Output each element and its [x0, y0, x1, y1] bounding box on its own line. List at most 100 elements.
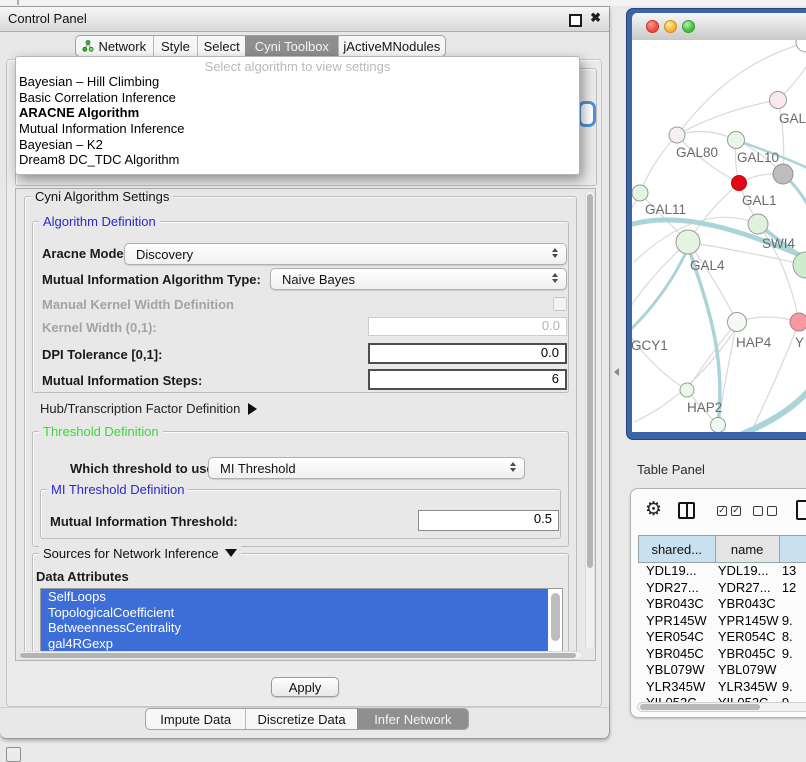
tab-discretize-data[interactable]: Discretize Data	[245, 709, 356, 729]
settings-vscroll-thumb[interactable]	[587, 194, 593, 568]
manual-kernel-checkbox[interactable]	[553, 297, 567, 311]
tab-select[interactable]: Select	[197, 36, 245, 56]
settings-hscroll-thumb[interactable]	[20, 653, 576, 658]
tab-jactivemnodules[interactable]: jActiveMNodules	[338, 36, 445, 56]
apply-button[interactable]: Apply	[271, 677, 339, 697]
settings-horizontal-scrollbar[interactable]	[18, 651, 583, 660]
tab-impute-data[interactable]: Impute Data	[146, 709, 245, 729]
mi-type-value: Naive Bayes	[271, 272, 355, 287]
network-edge[interactable]	[640, 135, 677, 193]
table-row[interactable]: YLR345WYLR345W9.	[638, 679, 806, 696]
network-view-window: GALGAL80GAL10GAL1GAL11SWI4GAL4HAP4YGCY1H…	[626, 8, 806, 440]
network-edge[interactable]	[632, 242, 688, 322]
network-node[interactable]	[773, 164, 793, 184]
network-node[interactable]	[790, 313, 806, 331]
column-header[interactable]: name	[716, 535, 780, 563]
algorithm-option[interactable]: Bayesian – K2	[16, 137, 579, 153]
network-node[interactable]	[796, 40, 806, 52]
network-node[interactable]	[676, 230, 700, 254]
tab-network[interactable]: Network	[76, 36, 153, 56]
bottom-corner-icon[interactable]	[6, 747, 21, 762]
table-row[interactable]: YDR27...YDR27...12	[638, 580, 806, 597]
gear-icon[interactable]: ⚙	[645, 498, 662, 520]
network-edge[interactable]	[677, 100, 778, 135]
network-edge[interactable]	[632, 248, 688, 334]
unselect-all-columns-icon[interactable]	[753, 506, 777, 516]
close-window-button[interactable]	[646, 20, 659, 33]
network-node[interactable]	[711, 418, 726, 433]
collapse-down-icon[interactable]	[225, 549, 237, 557]
table-toolbar: ⚙ ✓ ✓	[631, 489, 806, 535]
network-node[interactable]	[793, 252, 806, 278]
attribute-item[interactable]: TopologicalCoefficient	[41, 605, 548, 621]
algorithm-option[interactable]: ARACNE Algorithm	[16, 105, 579, 121]
network-edge[interactable]	[632, 193, 640, 334]
hub-definition-toggle[interactable]: Hub/Transcription Factor Definition	[40, 401, 257, 416]
checked-box-icon: ✓	[731, 506, 741, 516]
network-node[interactable]	[770, 92, 787, 109]
network-node[interactable]	[748, 214, 768, 234]
algorithm-option[interactable]: Bayesian – Hill Climbing	[16, 74, 579, 90]
algorithm-option[interactable]: Mutual Information Inference	[16, 121, 579, 137]
tab-style[interactable]: Style	[153, 36, 198, 56]
table-cell: YPR145W	[638, 613, 716, 630]
mi-steps-field[interactable]: 6	[368, 369, 567, 390]
mi-type-combo[interactable]: Naive Bayes	[270, 268, 567, 290]
table-row[interactable]: YER054CYER054C8.	[638, 629, 806, 646]
table-cell: YDR27...	[638, 580, 716, 597]
kernel-width-field[interactable]: 0.0	[368, 317, 567, 336]
table-cell: YDL19...	[638, 563, 716, 580]
table-hscroll-thumb[interactable]	[640, 704, 760, 710]
network-canvas[interactable]: GALGAL80GAL10GAL1GAL11SWI4GAL4HAP4YGCY1H…	[632, 40, 806, 432]
column-header[interactable]	[780, 535, 806, 563]
tab-label: Select	[204, 39, 240, 54]
unchecked-box-icon	[753, 506, 763, 516]
tab-infer-network[interactable]: Infer Network	[357, 709, 468, 729]
expand-right-icon[interactable]	[248, 403, 257, 415]
network-node[interactable]	[728, 132, 745, 149]
settings-vertical-scrollbar[interactable]	[585, 190, 595, 650]
new-table-icon[interactable]	[796, 500, 806, 520]
zoom-window-button[interactable]	[682, 20, 695, 33]
network-node[interactable]	[728, 313, 747, 332]
attribute-item[interactable]: SelfLoops	[41, 589, 548, 605]
panel-splitter-handle[interactable]	[614, 368, 619, 376]
minimize-window-button[interactable]	[664, 20, 677, 33]
table-row[interactable]: YPR145WYPR145W9.	[638, 613, 806, 630]
split-columns-icon[interactable]	[678, 502, 695, 519]
float-panel-icon[interactable]	[569, 14, 582, 27]
table-row[interactable]: YDL19...YDL19...13	[638, 563, 806, 580]
network-node[interactable]	[680, 383, 694, 397]
attribute-item[interactable]: gal4RGexp	[41, 636, 548, 652]
which-threshold-combo[interactable]: MI Threshold	[208, 457, 525, 479]
attribute-item[interactable]: BetweennessCentrality	[41, 620, 548, 636]
aracne-mode-value: Discovery	[125, 247, 193, 262]
attributes-scrollbar-thumb[interactable]	[551, 593, 560, 641]
aracne-mode-combo[interactable]: Discovery	[124, 243, 567, 265]
cyni-mode-tabbar: Impute DataDiscretize DataInfer Network	[145, 708, 469, 730]
table-body: YDL19...YDL19...13YDR27...YDR27...12YBR0…	[638, 563, 806, 705]
network-node[interactable]	[732, 176, 747, 191]
mi-threshold-field[interactable]: 0.5	[418, 510, 559, 531]
network-edge[interactable]	[632, 322, 687, 390]
select-all-columns-icon[interactable]: ✓ ✓	[717, 506, 741, 516]
table-row[interactable]: YBL079WYBL079W	[638, 662, 806, 679]
network-edge[interactable]	[688, 242, 737, 322]
network-node[interactable]	[632, 185, 648, 201]
table-cell: 9.	[780, 613, 806, 630]
table-row[interactable]: YBR043CYBR043C	[638, 596, 806, 613]
algorithm-option[interactable]: Basic Correlation Inference	[16, 90, 579, 106]
network-edge[interactable]	[742, 387, 806, 432]
algorithm-option[interactable]: Dream8 DC_TDC Algorithm	[16, 152, 579, 168]
tab-cyni-toolbox[interactable]: Cyni Toolbox	[245, 36, 338, 56]
hub-definition-label: Hub/Transcription Factor Definition	[40, 401, 240, 416]
column-header[interactable]: shared...	[638, 535, 716, 563]
table-horizontal-scrollbar[interactable]	[637, 702, 806, 712]
network-node[interactable]	[669, 127, 685, 143]
sources-group-title: Sources for Network Inference	[39, 546, 241, 561]
algorithm-prompt: Select algorithm to view settings	[16, 59, 579, 74]
dpi-tolerance-field[interactable]: 0.0	[368, 343, 567, 364]
inference-algorithm-combo-fragment[interactable]	[578, 101, 596, 127]
close-panel-icon[interactable]: ✖	[590, 10, 601, 26]
table-row[interactable]: YBR045CYBR045C9.	[638, 646, 806, 663]
